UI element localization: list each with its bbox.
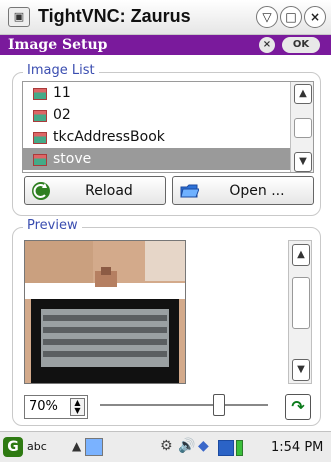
- image-list[interactable]: 11 02 tkcAddressBook stove ▲ ▼: [22, 81, 314, 173]
- image-file-icon: [33, 110, 47, 122]
- folder-open-icon: [180, 184, 199, 198]
- input-method-label[interactable]: abc: [27, 440, 47, 453]
- dialog-close-button[interactable]: ×: [259, 37, 275, 53]
- app-icon[interactable]: ▣: [8, 7, 30, 27]
- taskbar-app-icon[interactable]: [85, 438, 103, 456]
- close-button[interactable]: ×: [304, 6, 326, 28]
- list-item[interactable]: 02: [23, 104, 313, 126]
- list-item[interactable]: tkcAddressBook: [23, 126, 313, 148]
- scroll-down-button[interactable]: ▼: [294, 152, 312, 172]
- dialog-titlebar: Image Setup × OK: [0, 35, 331, 55]
- zoom-spin-buttons[interactable]: ▲ ▼: [70, 398, 85, 416]
- list-item-selected[interactable]: stove: [23, 148, 313, 170]
- zoom-slider-thumb[interactable]: [212, 394, 225, 416]
- preview-scroll-thumb[interactable]: [292, 277, 310, 329]
- battery-icon[interactable]: [236, 440, 243, 456]
- reload-label: Reload: [85, 183, 133, 199]
- preview-legend: Preview: [23, 218, 82, 233]
- input-method-arrow-icon[interactable]: ▲: [72, 439, 81, 453]
- open-button[interactable]: Open ...: [172, 176, 314, 205]
- stove-photo: [25, 241, 185, 383]
- maximize-button[interactable]: □: [280, 6, 302, 28]
- taskbar: G abc ▲ ⚙ 🔊 ◆ 1:54 PM: [0, 431, 331, 462]
- list-item-label: tkcAddressBook: [53, 129, 165, 145]
- zoom-value: 70%: [29, 399, 58, 414]
- apply-zoom-button[interactable]: ↷: [285, 394, 311, 420]
- preview-scroll-down-button[interactable]: ▼: [292, 359, 310, 381]
- preview-image: [24, 240, 186, 384]
- scroll-thumb[interactable]: [294, 118, 312, 138]
- network-icon[interactable]: ◆: [198, 438, 209, 454]
- list-item-label: stove: [53, 151, 92, 167]
- settings-icon[interactable]: ⚙: [160, 438, 173, 454]
- window-titlebar: ▣ TightVNC: Zaurus ▽ □ ×: [0, 0, 331, 35]
- scroll-up-button[interactable]: ▲: [294, 84, 312, 104]
- clock: 1:54 PM: [271, 440, 324, 455]
- volume-icon[interactable]: 🔊: [178, 438, 195, 454]
- zoom-spinbox[interactable]: 70% ▲ ▼: [24, 395, 88, 419]
- reload-icon: [32, 182, 50, 200]
- window-title: TightVNC: Zaurus: [38, 6, 191, 26]
- start-menu-button[interactable]: G: [3, 437, 23, 457]
- preview-scroll-up-button[interactable]: ▲: [292, 244, 310, 266]
- sd-card-icon[interactable]: [218, 440, 234, 456]
- list-item-label: 11: [53, 85, 71, 101]
- zoom-slider-track[interactable]: [100, 404, 268, 406]
- list-scrollbar[interactable]: ▲ ▼: [290, 82, 313, 172]
- dialog-title: Image Setup: [8, 37, 108, 53]
- minimize-button[interactable]: ▽: [256, 6, 278, 28]
- image-file-icon: [33, 132, 47, 144]
- image-list-legend: Image List: [23, 63, 99, 78]
- preview-scrollbar[interactable]: ▲ ▼: [288, 240, 312, 384]
- dialog-ok-button[interactable]: OK: [282, 37, 320, 53]
- image-file-icon: [33, 154, 47, 166]
- image-file-icon: [33, 88, 47, 100]
- system-tray: ⚙ 🔊 ◆: [160, 438, 260, 456]
- list-item[interactable]: 11: [23, 82, 313, 104]
- list-item-label: 02: [53, 107, 71, 123]
- open-label: Open ...: [229, 183, 285, 199]
- reload-button[interactable]: Reload: [24, 176, 166, 205]
